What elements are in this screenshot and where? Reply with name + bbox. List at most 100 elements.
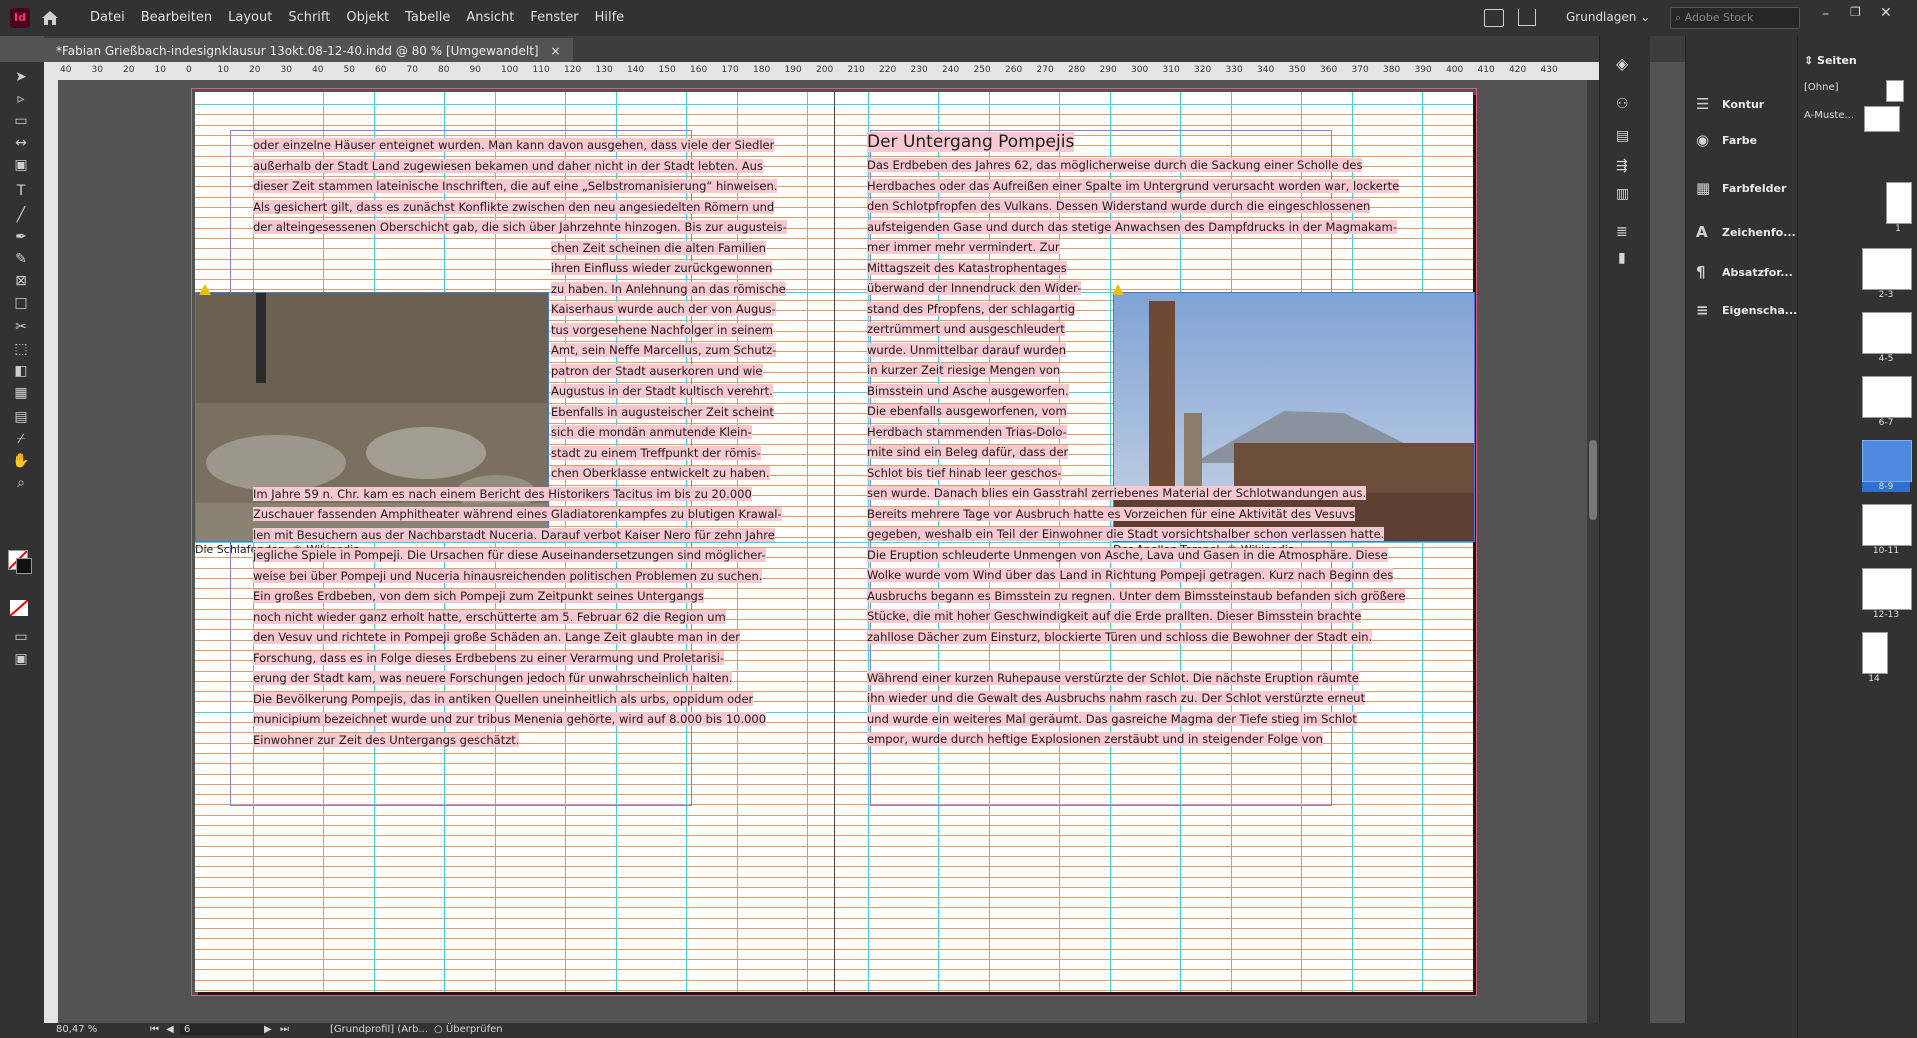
panel-item[interactable]: ◉ Farbe xyxy=(1686,122,1798,160)
text-line: mite sind ein Beleg dafür, dass der xyxy=(867,445,1069,459)
last-page-button[interactable]: ⏭ xyxy=(280,1024,289,1035)
stroke-swatch[interactable] xyxy=(16,558,32,574)
menu-item[interactable]: Hilfe xyxy=(587,0,633,36)
direct-selection-tool-icon[interactable]: ▹ xyxy=(10,90,32,108)
pencil-tool-icon[interactable]: ✎ xyxy=(10,250,32,268)
close-window-button[interactable]: ✕ xyxy=(1880,5,1892,21)
stock-search-placeholder: Adobe Stock xyxy=(1684,11,1754,24)
panel-item[interactable]: ≡ Eigenscha... xyxy=(1686,292,1798,330)
text-line: ihren Einfluss wieder zurückgewonnen xyxy=(551,261,773,275)
pasteboard: Die Schlafenden, © Wikipedia Der Apollon… xyxy=(58,80,1599,1023)
page-thumbnail[interactable] xyxy=(1862,248,1912,290)
none-master-thumb[interactable] xyxy=(1886,80,1904,102)
eyedropper-tool-icon[interactable]: ⌿ xyxy=(10,430,32,448)
panel-item[interactable]: ☰ Kontur xyxy=(1686,86,1798,124)
line-tool-icon[interactable]: ╱ xyxy=(10,206,32,224)
chevron-down-icon: ⌄ xyxy=(1640,10,1651,24)
menu-item[interactable]: Fenster xyxy=(522,0,586,36)
page-thumbnail[interactable] xyxy=(1886,182,1912,224)
page-tool-icon[interactable]: ▭ xyxy=(10,112,32,130)
rectangle-frame-tool-icon[interactable]: ⊠ xyxy=(10,272,32,290)
apollo-temple-image[interactable] xyxy=(1113,292,1475,542)
ruler-mark: 40 xyxy=(60,65,72,75)
next-page-button[interactable]: ▶ xyxy=(264,1024,272,1035)
preflight-status-text: Überprüfen xyxy=(445,1024,503,1035)
page-thumbnail[interactable] xyxy=(1862,504,1912,546)
gradient-swatch-tool-icon[interactable]: ◧ xyxy=(10,362,32,380)
page-thumbnail[interactable] xyxy=(1862,440,1912,482)
sleeping-figures-image[interactable] xyxy=(195,292,549,542)
document-spread: Die Schlafenden, © Wikipedia Der Apollon… xyxy=(191,88,1477,996)
document-tab[interactable]: *Fabian Grießbach-indesignklausur 13okt.… xyxy=(44,36,573,62)
home-icon[interactable] xyxy=(38,6,62,30)
align-icon[interactable]: ▥ xyxy=(1616,186,1629,202)
page-thumbnail[interactable] xyxy=(1862,632,1888,674)
preview-mode-icon[interactable]: ▣ xyxy=(10,650,32,668)
hand-tool-icon[interactable]: ✋ xyxy=(10,452,32,470)
pages-panel-title[interactable]: ⇕ Seiten xyxy=(1804,54,1857,67)
screen-mode-icon[interactable]: ▭ xyxy=(10,628,32,646)
page-thumbnail[interactable] xyxy=(1862,312,1912,354)
ruler-mark: 280 xyxy=(1068,65,1086,75)
free-transform-tool-icon[interactable]: ⬚ xyxy=(10,340,32,358)
text-wrap-icon[interactable]: ⇶ xyxy=(1616,158,1628,174)
pen-tool-icon[interactable]: ✒ xyxy=(10,228,32,246)
page-thumbnail[interactable] xyxy=(1862,376,1912,418)
rectangle-tool-icon[interactable]: □ xyxy=(10,294,32,312)
share-icon[interactable] xyxy=(1518,9,1536,26)
ruler-mark: 130 xyxy=(595,65,613,75)
maximize-window-button[interactable]: ❐ xyxy=(1850,5,1861,19)
menu-item[interactable]: Tabelle xyxy=(397,0,458,36)
pages-icon[interactable]: ▤ xyxy=(1616,128,1629,144)
first-page-button[interactable]: ⏮ xyxy=(150,1024,159,1035)
close-tab-icon[interactable]: × xyxy=(550,44,560,58)
text-line: Herdbach stammenden Trias-Dolo- xyxy=(867,424,1067,439)
gap-tool-icon[interactable]: ↔ xyxy=(10,134,32,152)
minimize-window-button[interactable]: – xyxy=(1822,6,1829,22)
menu-item[interactable]: Datei xyxy=(82,0,133,36)
panel-item-label: Zeichenfo... xyxy=(1722,226,1796,239)
preflight-profile[interactable]: [Grundprofil] (Arb... xyxy=(330,1024,428,1035)
gradient-feather-tool-icon[interactable]: ▦ xyxy=(10,384,32,402)
bookmark-icon[interactable]: ▮ xyxy=(1618,250,1626,266)
paragraph-styles-icon[interactable]: ≣ xyxy=(1616,224,1628,240)
selection-tool-icon[interactable]: ➤ xyxy=(10,68,32,86)
text-line: der alteingesessenen Oberschicht gab, di… xyxy=(253,220,787,234)
text-line: den Schlotpfropfen des Vulkans. Dessen W… xyxy=(867,199,1371,213)
missing-link-warning-icon[interactable] xyxy=(1112,284,1124,295)
ruler-mark: 300 xyxy=(1131,65,1149,75)
missing-link-warning-icon[interactable] xyxy=(199,284,211,295)
previous-page-button[interactable]: ◀ xyxy=(166,1024,174,1035)
apply-none-icon[interactable] xyxy=(9,599,29,617)
none-master-label[interactable]: [Ohne] xyxy=(1804,82,1839,93)
a-master-thumb[interactable] xyxy=(1864,106,1900,132)
zoom-tool-icon[interactable]: ⌕ xyxy=(10,474,32,492)
panel-item[interactable]: A Zeichenfo... xyxy=(1686,214,1798,252)
text-line: Mittagszeit des Katastrophentages xyxy=(867,260,1067,275)
menu-item[interactable]: Ansicht xyxy=(458,0,522,36)
a-master-label[interactable]: A-Muste... xyxy=(1804,110,1854,121)
menu-item[interactable]: Layout xyxy=(220,0,280,36)
scrollbar-thumb[interactable] xyxy=(1589,440,1597,520)
menu-bar: Id Datei Bearbeiten Layout Schrift Objekt Tab… xyxy=(0,0,1917,36)
note-tool-icon[interactable]: ▤ xyxy=(10,408,32,426)
page-number-field[interactable]: 6 xyxy=(180,1024,264,1035)
panel-item[interactable]: ¶ Absatzfor... xyxy=(1686,254,1798,292)
page-thumbnail[interactable] xyxy=(1862,568,1912,610)
stock-search-field[interactable]: ⌕ Adobe Stock xyxy=(1670,7,1800,29)
links-icon[interactable]: ⚇ xyxy=(1616,96,1629,112)
vertical-scrollbar[interactable] xyxy=(1587,80,1599,1023)
scissors-tool-icon[interactable]: ✂ xyxy=(10,318,32,336)
content-collector-icon[interactable]: ▣ xyxy=(10,156,32,174)
ruler-mark: 260 xyxy=(1005,65,1023,75)
share-screen-icon[interactable] xyxy=(1484,9,1504,27)
menu-item[interactable]: Objekt xyxy=(338,0,397,36)
panel-item[interactable]: ▦ Farbfelder xyxy=(1686,170,1798,208)
zoom-level[interactable]: 80,47 % xyxy=(56,1024,97,1035)
menu-item[interactable]: Schrift xyxy=(280,0,338,36)
text-line: Im Jahre 59 n. Chr. kam es nach einem Be… xyxy=(253,486,752,501)
menu-item[interactable]: Bearbeiten xyxy=(133,0,220,36)
workspace-switcher[interactable]: Grundlagen ⌄ xyxy=(1566,10,1650,24)
type-tool-icon[interactable]: T xyxy=(10,182,32,200)
layers-icon[interactable]: ◈ xyxy=(1616,54,1628,73)
